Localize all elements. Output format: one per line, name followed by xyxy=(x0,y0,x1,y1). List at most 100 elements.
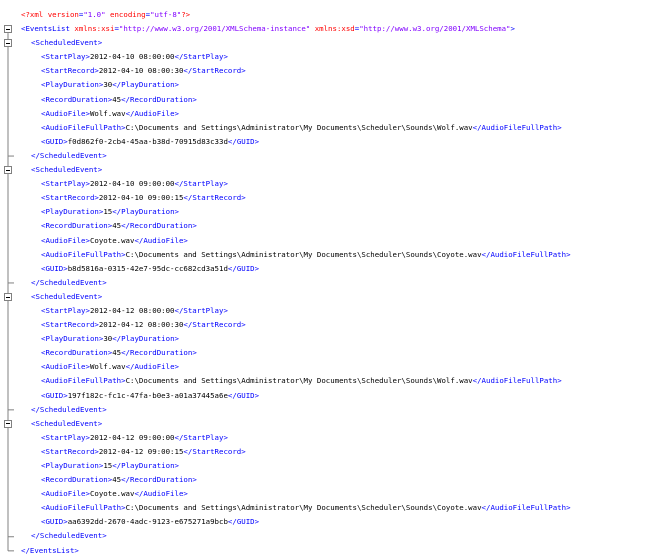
xml-decl-open: <?xml xyxy=(21,10,44,19)
tag-bracket: > xyxy=(241,193,246,203)
field-tag-name: RecordDuration xyxy=(130,475,193,485)
field-line-playduration[interactable]: <PlayDuration>30</PlayDuration> xyxy=(21,332,647,346)
tag-bracket: > xyxy=(102,277,107,287)
field-tag-name: AudioFile xyxy=(143,235,184,245)
field-line-guid[interactable]: <GUID>f0d862f0-2cb4-45aa-b38d-70915d83c3… xyxy=(21,135,647,149)
code-area[interactable]: <?xml version="1.0" encoding="utf-8"?> <E… xyxy=(21,8,647,558)
scheduled-event-open-line[interactable]: <ScheduledEvent> xyxy=(21,290,647,304)
field-line-guid[interactable]: <GUID>b8d5816a-0315-42e7-95dc-cc682cd3a5… xyxy=(21,262,647,276)
field-line-startrecord[interactable]: <StartRecord>2012-04-10 08:00:30</StartR… xyxy=(21,64,647,78)
field-line-audiofile[interactable]: <AudioFile>Coyote.wav</AudioFile> xyxy=(21,234,647,248)
tag-bracket: > xyxy=(254,136,260,146)
field-line-audiofilefullpath[interactable]: <AudioFileFullPath>C:\Documents and Sett… xyxy=(21,248,647,262)
field-value: 15 xyxy=(103,461,113,470)
fold-collapse-icon[interactable] xyxy=(4,419,12,428)
xml-declaration-line[interactable]: <?xml version="1.0" encoding="utf-8"?> xyxy=(21,8,647,22)
field-line-recordduration[interactable]: <RecordDuration>45</RecordDuration> xyxy=(21,93,647,107)
field-value: aa6392dd-2670-4adc-9123-e675271a9bcb xyxy=(67,517,228,527)
tag-bracket: </ xyxy=(121,221,131,231)
event-tag-name: ScheduledEvent xyxy=(39,531,103,541)
root-attr-name: xmlns:xsi xyxy=(74,24,115,34)
field-line-playduration[interactable]: <PlayDuration>15</PlayDuration> xyxy=(21,459,647,473)
field-line-startrecord[interactable]: <StartRecord>2012-04-12 09:00:15</StartR… xyxy=(21,445,647,459)
field-tag-name: StartRecord xyxy=(45,320,95,330)
field-tag-name: GUID xyxy=(45,263,64,273)
field-value: b8d5816a-0315-42e7-95dc-cc682cd3a51d xyxy=(67,263,228,273)
root-tag-name: EventsList xyxy=(25,24,70,34)
tag-bracket: > xyxy=(183,235,188,245)
field-tag-name: RecordDuration xyxy=(130,221,193,231)
scheduled-event-close-line[interactable]: </ScheduledEvent> xyxy=(21,276,647,290)
scheduled-event-close-line[interactable]: </ScheduledEvent> xyxy=(21,403,647,417)
scheduled-event-open-line[interactable]: <ScheduledEvent> xyxy=(21,417,647,431)
tag-bracket: </ xyxy=(112,80,122,90)
tag-bracket: > xyxy=(223,432,228,442)
field-line-recordduration[interactable]: <RecordDuration>45</RecordDuration> xyxy=(21,473,647,487)
field-line-guid[interactable]: <GUID>aa6392dd-2670-4adc-9123-e675271a9b… xyxy=(21,515,647,529)
field-line-startrecord[interactable]: <StartRecord>2012-04-10 09:00:15</StartR… xyxy=(21,191,647,205)
events-list-open-line[interactable]: <EventsList xmlns:xsi="http://www.w3.org… xyxy=(21,22,647,36)
field-value: Wolf.wav xyxy=(89,362,126,372)
fold-collapse-icon[interactable] xyxy=(4,293,12,302)
field-tag-name: PlayDuration xyxy=(121,334,175,344)
fold-collapse-icon[interactable] xyxy=(4,25,12,34)
field-tag-name: AudioFileFullPath xyxy=(481,122,558,132)
field-tag-name: StartPlay xyxy=(45,432,86,442)
event-tag-name: ScheduledEvent xyxy=(35,291,98,301)
field-tag-name: PlayDuration xyxy=(45,334,99,344)
fold-guide-lines xyxy=(7,33,14,552)
fold-margin[interactable] xyxy=(0,0,19,557)
field-value: Coyote.wav xyxy=(89,489,135,499)
field-value: 30 xyxy=(103,334,113,344)
fold-collapse-icon[interactable] xyxy=(4,39,12,48)
field-line-playduration[interactable]: <PlayDuration>15</PlayDuration> xyxy=(21,205,647,219)
field-line-startplay[interactable]: <StartPlay>2012-04-10 08:00:00</StartPla… xyxy=(21,50,647,64)
field-tag-name: GUID xyxy=(45,390,64,400)
events-list-close-line[interactable]: </EventsList> xyxy=(21,544,647,558)
field-line-audiofilefullpath[interactable]: <AudioFileFullPath>C:\Documents and Sett… xyxy=(21,501,647,515)
xml-editor[interactable]: <?xml version="1.0" encoding="utf-8"?> <E… xyxy=(0,0,647,557)
field-line-audiofilefullpath[interactable]: <AudioFileFullPath>C:\Documents and Sett… xyxy=(21,374,647,388)
field-line-guid[interactable]: <GUID>197f182c-fc1c-47fa-b0e3-a01a37445a… xyxy=(21,389,647,403)
tag-bracket: > xyxy=(254,263,260,273)
field-line-audiofile[interactable]: <AudioFile>Coyote.wav</AudioFile> xyxy=(21,487,647,501)
xml-decl-attr-name: version xyxy=(47,10,79,19)
field-line-audiofile[interactable]: <AudioFile>Wolf.wav</AudioFile> xyxy=(21,107,647,121)
field-line-recordduration[interactable]: <RecordDuration>45</RecordDuration> xyxy=(21,346,647,360)
field-line-startplay[interactable]: <StartPlay>2012-04-10 09:00:00</StartPla… xyxy=(21,177,647,191)
tag-bracket: > xyxy=(566,503,571,513)
tag-bracket: </ xyxy=(472,376,482,386)
scheduled-event-close-line[interactable]: </ScheduledEvent> xyxy=(21,529,647,543)
field-tag-name: StartRecord xyxy=(192,320,242,330)
field-line-recordduration[interactable]: <RecordDuration>45</RecordDuration> xyxy=(21,219,647,233)
root-tag-name: EventsList xyxy=(29,545,75,555)
tag-bracket: </ xyxy=(227,263,237,273)
field-tag-name: PlayDuration xyxy=(121,461,175,470)
tag-bracket: > xyxy=(223,52,228,62)
field-line-playduration[interactable]: <PlayDuration>30</PlayDuration> xyxy=(21,78,647,92)
tag-bracket: > xyxy=(557,122,562,132)
scheduled-event-open-line[interactable]: <ScheduledEvent> xyxy=(21,163,647,177)
field-tag-name: RecordDuration xyxy=(45,475,108,485)
field-tag-name: GUID xyxy=(45,136,64,146)
field-line-startplay[interactable]: <StartPlay>2012-04-12 08:00:00</StartPla… xyxy=(21,304,647,318)
scheduled-event-close-line[interactable]: </ScheduledEvent> xyxy=(21,149,647,163)
field-value: C:\Documents and Settings\Administrator\… xyxy=(125,122,473,132)
field-value: C:\Documents and Settings\Administrator\… xyxy=(125,503,482,513)
field-line-startplay[interactable]: <StartPlay>2012-04-12 09:00:00</StartPla… xyxy=(21,431,647,445)
field-line-audiofilefullpath[interactable]: <AudioFileFullPath>C:\Documents and Sett… xyxy=(21,121,647,135)
tag-bracket: </ xyxy=(472,122,482,132)
field-tag-name: StartPlay xyxy=(183,179,224,189)
field-tag-name: RecordDuration xyxy=(45,348,108,358)
field-line-audiofile[interactable]: <AudioFile>Wolf.wav</AudioFile> xyxy=(21,360,647,374)
field-line-startrecord[interactable]: <StartRecord>2012-04-12 08:00:30</StartR… xyxy=(21,318,647,332)
tag-bracket: > xyxy=(241,66,246,76)
field-tag-name: GUID xyxy=(45,517,64,527)
tag-bracket: </ xyxy=(183,320,193,330)
field-tag-name: StartPlay xyxy=(45,305,86,315)
tag-bracket: </ xyxy=(227,136,237,146)
field-tag-name: GUID xyxy=(236,390,255,400)
fold-collapse-icon[interactable] xyxy=(4,166,12,175)
scheduled-event-open-line[interactable]: <ScheduledEvent> xyxy=(21,36,647,50)
field-value: C:\Documents and Settings\Administrator\… xyxy=(125,249,482,259)
